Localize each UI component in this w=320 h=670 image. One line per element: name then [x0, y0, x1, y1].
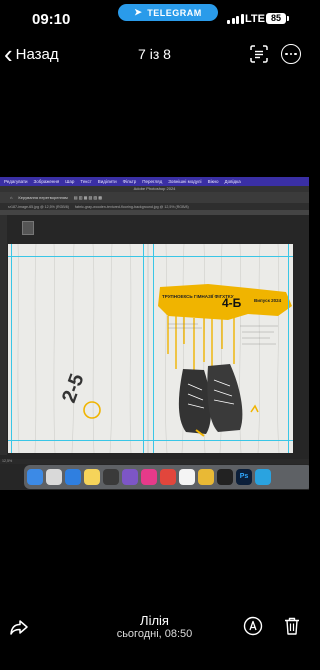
- launchpad-icon: [46, 469, 62, 485]
- artwork-class: 4-Б: [222, 296, 242, 310]
- tools-panel: [0, 215, 7, 455]
- photoshop-menu-item: Зображення: [33, 179, 60, 184]
- battery-icon: [287, 16, 289, 21]
- app-icon-4: [179, 469, 195, 485]
- cellular-signal-icon: [227, 13, 244, 24]
- notes-icon: [84, 469, 100, 485]
- photoshop-menu-item: Фільтр: [122, 179, 137, 184]
- finder-icon: [27, 469, 43, 485]
- chrome-icon: [198, 469, 214, 485]
- calculator-icon: [103, 469, 119, 485]
- app-icon-3: [217, 469, 233, 485]
- photo-viewer-image[interactable]: Редагувати Зображення Шар Текст Виділити Філь…: [0, 177, 309, 490]
- photoshop-menu-item: Зовнішні модулі: [168, 179, 202, 184]
- guide-line: [153, 244, 154, 453]
- photoshop-menu-item: Редагувати: [4, 179, 28, 184]
- guide-line: [8, 256, 293, 257]
- telegram-pill-label: TELEGRAM: [147, 7, 202, 18]
- guide-line: [11, 244, 12, 453]
- photoshop-menu-item: Довідка: [224, 179, 241, 184]
- photoshop-menu-item: Текст: [80, 179, 92, 184]
- doc-tab-1: rz187-image-65.jpg @ 12,5% (RGB/8): [8, 204, 69, 209]
- viber-icon: [122, 469, 138, 485]
- home-icon: ⌂: [10, 195, 13, 200]
- status-time: 09:10: [32, 11, 71, 28]
- guide-line: [8, 440, 293, 441]
- app-icon: [141, 469, 157, 485]
- macos-dock: Ps: [24, 465, 309, 489]
- app-icon-2: [160, 469, 176, 485]
- canvas-document: ТРУПНОЕКСЬ ГІМНАЗІЇ ФІГХТКУ 4-Б Випуск 2…: [8, 244, 293, 453]
- dot-icon: [294, 52, 297, 56]
- photoshop-icon: Ps: [236, 469, 252, 485]
- network-type: LTE: [245, 13, 265, 25]
- markup-edit-icon[interactable]: [243, 616, 263, 636]
- photoshop-menu-item: Шар: [65, 179, 75, 184]
- battery-level: 85: [266, 13, 286, 24]
- doc-tab-2: fabric-gray-wooden-textured-flooring-bac…: [74, 204, 189, 209]
- align-icons: ▤ ▥ ▦ ▧ ▨ ▩: [73, 195, 103, 200]
- photoshop-menu-item: Виділити: [97, 179, 117, 184]
- photoshop-menu-item: Вікно: [207, 179, 219, 184]
- dot-icon: [285, 52, 288, 56]
- artwork-badge: Випуск 2024: [254, 298, 282, 303]
- photoshop-menu-bar: Редагувати Зображення Шар Текст Виділити Філь…: [0, 177, 309, 186]
- telegram-return-pill[interactable]: ➤ TELEGRAM: [118, 4, 218, 21]
- photoshop-status-bar: 12,5%: [0, 459, 309, 464]
- safari-icon: [65, 469, 81, 485]
- document-tabs: rz187-image-65.jpg @ 12,5% (RGB/8) fabri…: [0, 203, 309, 210]
- ruler: [0, 210, 309, 215]
- guide-line: [143, 244, 144, 453]
- layer-thumbnail: [22, 221, 34, 235]
- delete-trash-icon[interactable]: [284, 616, 300, 636]
- more-options-button[interactable]: [281, 44, 301, 64]
- options-label: Керування перетворенням: [18, 195, 68, 200]
- telegram-plane-icon: ➤: [134, 7, 143, 17]
- guide-line: [288, 244, 289, 453]
- dot-icon: [289, 52, 293, 56]
- options-bar: ⌂ Керування перетворенням ▤ ▥ ▦ ▧ ▨ ▩: [0, 192, 309, 203]
- telegram-icon: [255, 469, 271, 485]
- scan-text-icon[interactable]: [250, 45, 268, 63]
- photoshop-menu-item: Перегляд: [142, 179, 163, 184]
- wood-texture: ТРУПНОЕКСЬ ГІМНАЗІЇ ФІГХТКУ 4-Б Випуск 2…: [8, 244, 293, 453]
